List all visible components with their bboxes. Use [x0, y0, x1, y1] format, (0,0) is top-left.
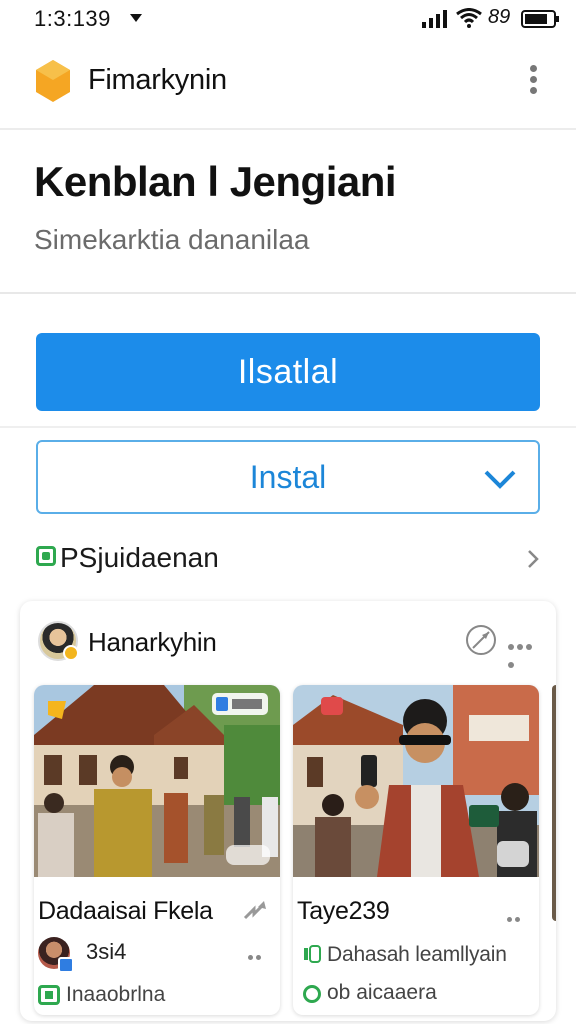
- post-meta: 3si4: [86, 939, 127, 964]
- post-photo: [293, 685, 539, 877]
- wifi-icon: [456, 8, 482, 28]
- compass-icon[interactable]: [464, 623, 498, 657]
- app-bar: Fimarkynin: [0, 42, 576, 130]
- divider: [0, 426, 576, 428]
- page-subtitle: Simekarktia dananilaa: [34, 224, 310, 255]
- status-time: 1:3:139: [34, 6, 111, 31]
- feed-card: Hanarkyhin Dadaaisai Fkela 3si4 Inaaobrl…: [20, 601, 556, 1021]
- post-footer: Inaaobrlna: [66, 983, 166, 1006]
- chevron-right-icon: [528, 550, 539, 568]
- install-select[interactable]: Instal: [36, 440, 540, 514]
- feed-author-name[interactable]: Hanarkyhin: [88, 627, 217, 658]
- battery-icon: [521, 10, 559, 28]
- avatar[interactable]: [38, 937, 74, 973]
- header-section: Kenblan l Jengiani Simekarktia dananilaa: [0, 132, 576, 294]
- post-footer: ob aicaaera: [327, 981, 437, 1004]
- location-icon: [303, 985, 321, 1003]
- primary-action-button[interactable]: Ilsatlal: [36, 333, 540, 411]
- section-row[interactable]: PSjuidaenan: [0, 530, 576, 586]
- more-icon[interactable]: [507, 909, 527, 922]
- post-photo: [34, 685, 280, 877]
- post-title: Dadaaisai Fkela: [38, 897, 213, 925]
- dropdown-arrow-icon: [130, 14, 142, 22]
- install-select-label: Instal: [249, 459, 327, 495]
- channel-icon: [38, 985, 60, 1005]
- app-title: Fimarkynin: [88, 64, 227, 96]
- post-card[interactable]: Dadaaisai Fkela 3si4 Inaaobrlna: [34, 685, 280, 1015]
- status-bar: 1:3:139 89: [0, 0, 576, 40]
- app-logo-icon[interactable]: [32, 58, 74, 104]
- section-icon: [36, 546, 56, 566]
- page-title: Kenblan l Jengiani: [34, 158, 397, 205]
- share-icon[interactable]: [242, 899, 268, 921]
- more-icon[interactable]: [248, 947, 268, 960]
- post-card-peek[interactable]: [552, 685, 556, 921]
- section-label: PSjuidaenan: [60, 542, 219, 573]
- post-card[interactable]: Taye239 Dahasah leamllyain ob aicaaera: [293, 685, 539, 1015]
- signal-icon: [422, 10, 447, 28]
- post-subtitle: Dahasah leamllyain: [327, 943, 507, 966]
- media-icon: [304, 945, 321, 963]
- kebab-menu-icon[interactable]: [526, 62, 540, 102]
- check-icon: [484, 470, 516, 489]
- battery-percentage: 89: [488, 6, 511, 28]
- more-icon[interactable]: [508, 637, 542, 668]
- avatar[interactable]: [38, 621, 79, 661]
- post-title: Taye239: [297, 897, 390, 925]
